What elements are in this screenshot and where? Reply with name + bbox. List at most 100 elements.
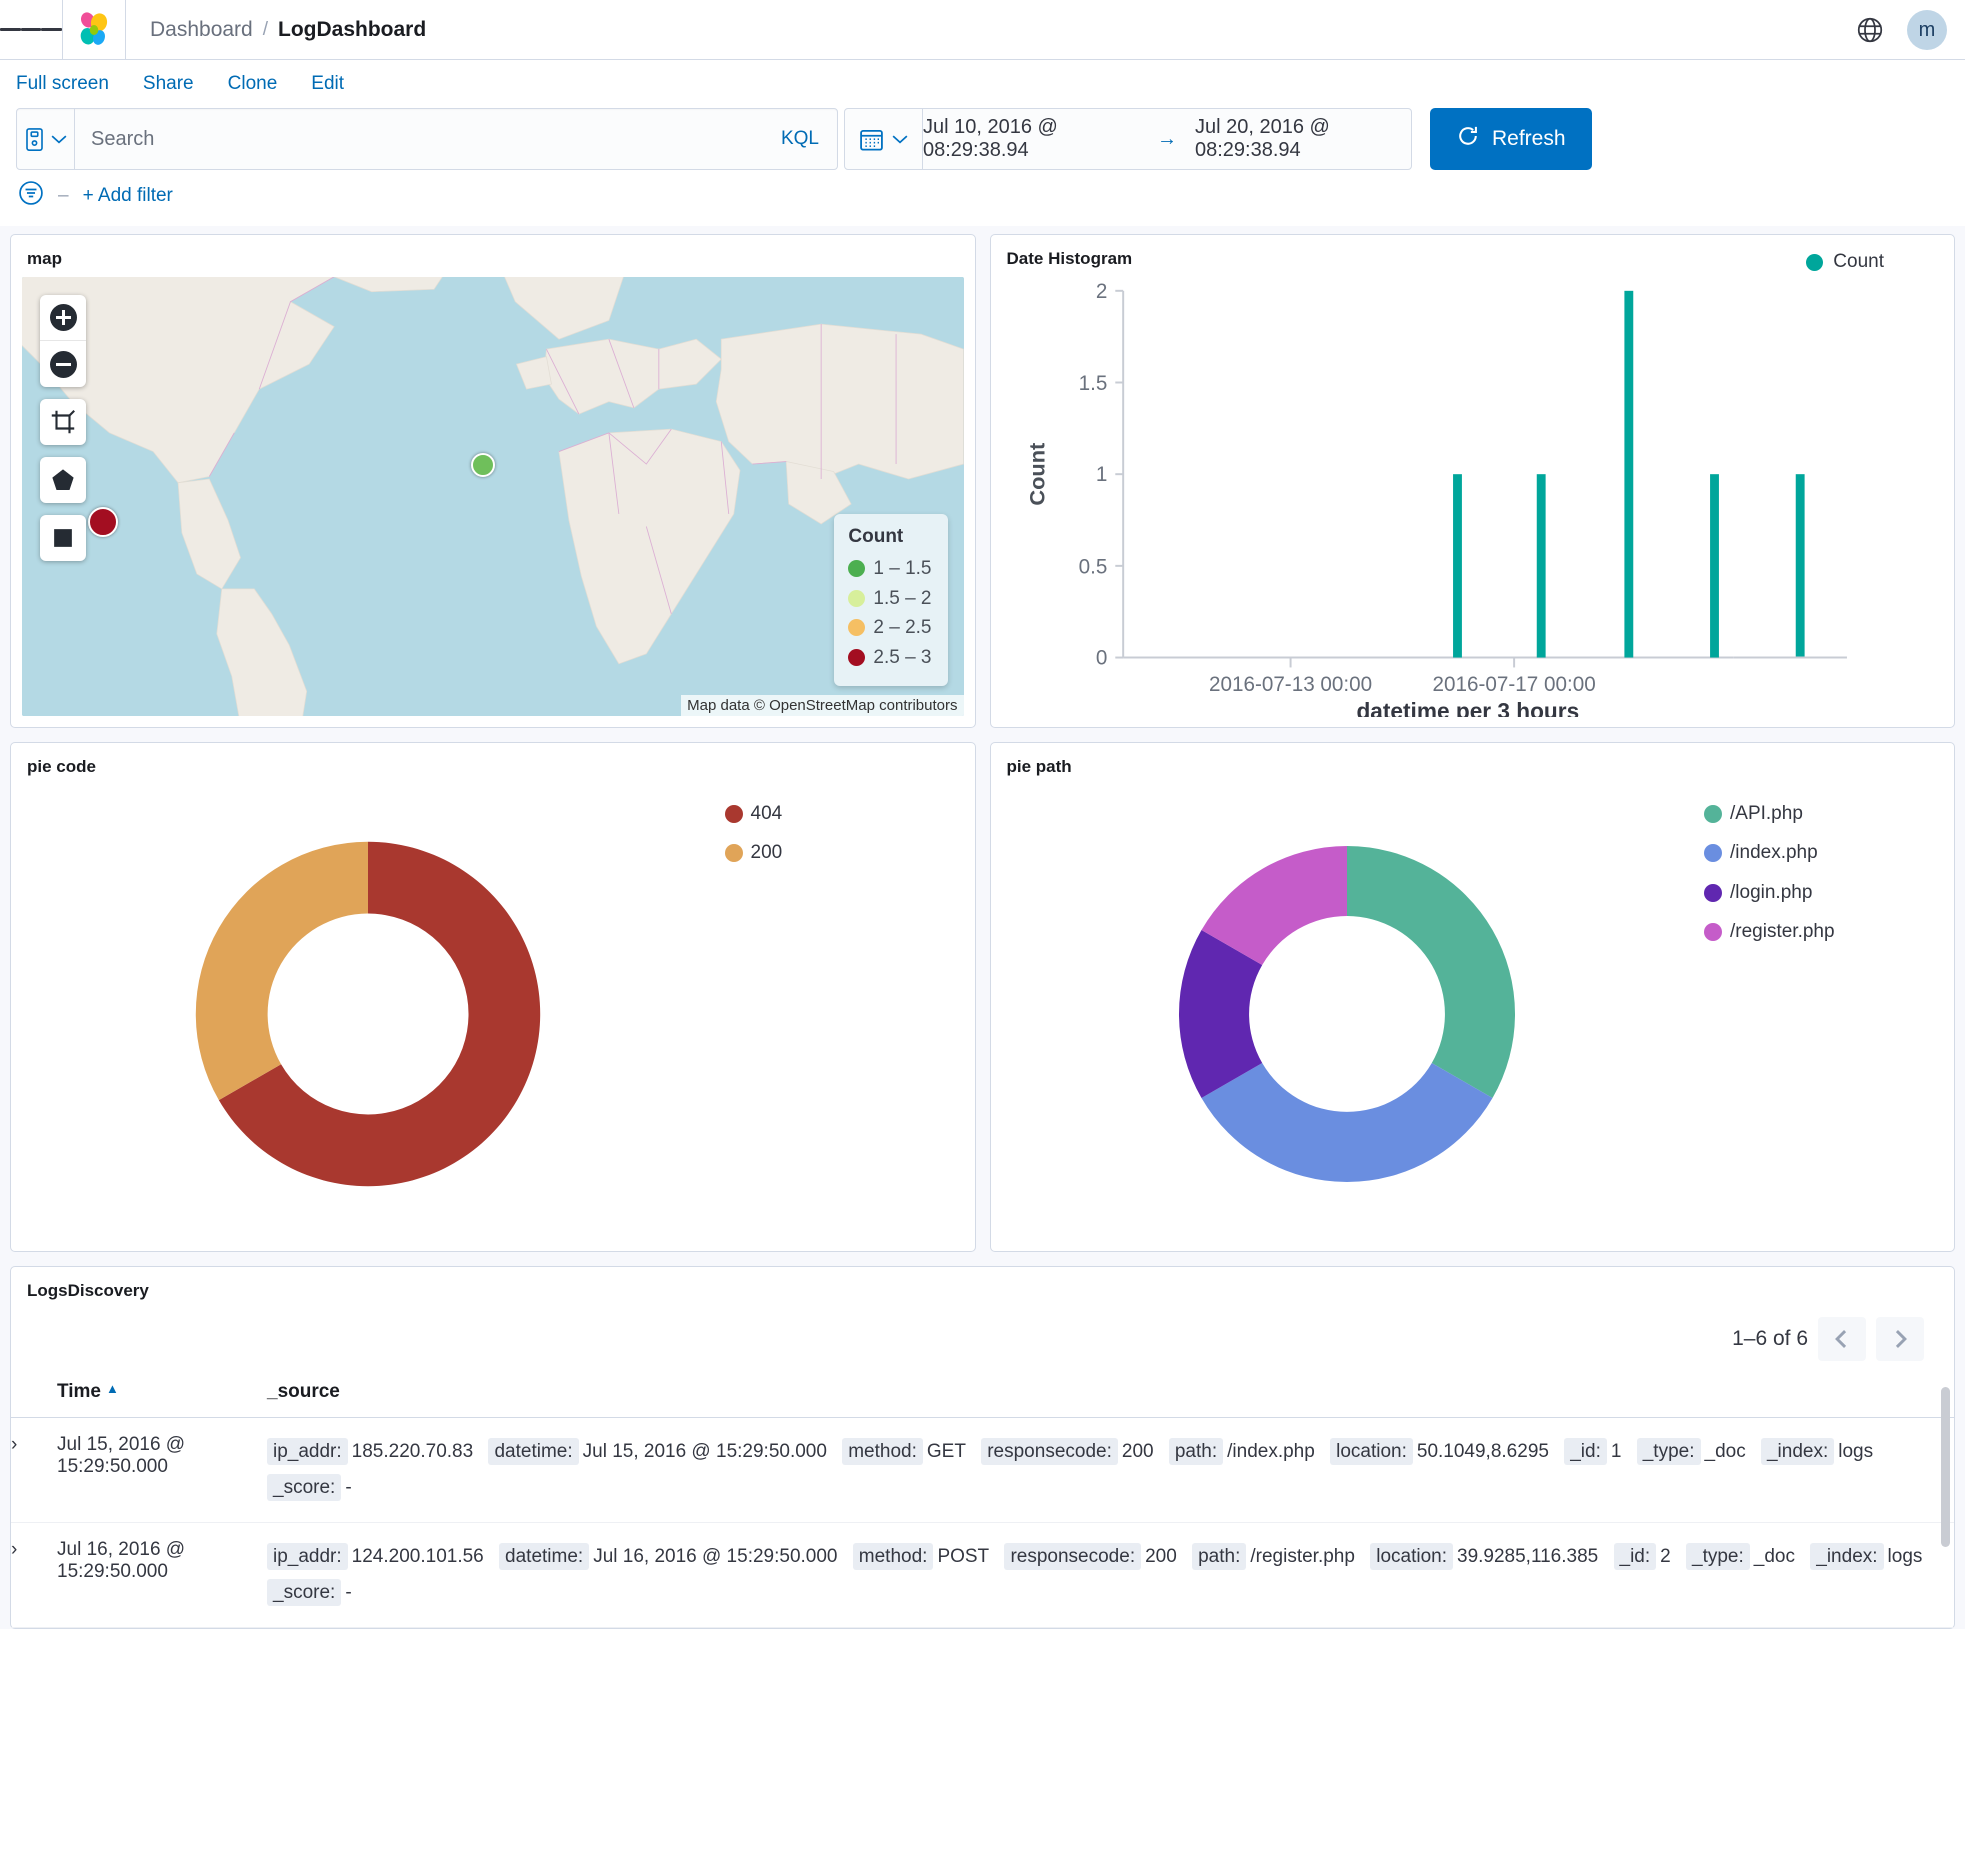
date-range-picker: Jul 10, 2016 @ 08:29:38.94 → Jul 20, 201…: [844, 108, 1412, 170]
column-header-source[interactable]: _source: [267, 1367, 1954, 1418]
sort-ascending-icon[interactable]: ▲: [106, 1381, 119, 1396]
field-key: responsecode:: [981, 1438, 1118, 1465]
map-controls: [40, 295, 86, 561]
globe-help-icon[interactable]: [1855, 15, 1885, 45]
map-legend-title: Count: [848, 526, 904, 548]
row-source: ip_addr: 185.220.70.83 datetime: Jul 15, 2…: [267, 1417, 1954, 1524]
discovery-scrollbar[interactable]: [1941, 1387, 1950, 1547]
histogram-legend-label: Count: [1833, 251, 1884, 272]
pie-code-chart[interactable]: [11, 809, 725, 1219]
map-canvas[interactable]: Count 1 – 1.5 1.5 – 2 2 – 2.5 2.5 – 3 Ma…: [22, 277, 964, 716]
pie-slice-200[interactable]: [195, 841, 368, 1101]
filter-bar: – + Add filter: [0, 170, 1965, 226]
map-panel: map Count 1 – 1.5 1.5 – 2 2 – 2.5 2.5 – …: [10, 234, 976, 728]
hamburger-menu-icon[interactable]: [0, 0, 63, 60]
legend-item[interactable]: /register.php: [1704, 917, 1954, 946]
legend-item[interactable]: /login.php: [1704, 878, 1954, 907]
map-attribution[interactable]: Map data © OpenStreetMap contributors: [681, 695, 964, 716]
column-header-time[interactable]: Time ▲: [57, 1367, 267, 1418]
dashboard-row-2: pie code 404 200 pie path /API.php /inde…: [10, 742, 1955, 1252]
map-zoom-controls: [40, 295, 86, 387]
filter-icon[interactable]: [18, 180, 44, 212]
pie-slice-index[interactable]: [1201, 1063, 1493, 1183]
table-row[interactable]: › Jul 15, 2016 @ 15:29:50.000 ip_addr: 18…: [11, 1417, 1954, 1524]
share-button[interactable]: Share: [143, 73, 194, 95]
refresh-button[interactable]: Refresh: [1430, 108, 1592, 170]
refresh-icon: [1456, 124, 1480, 154]
legend-item[interactable]: /API.php: [1704, 799, 1954, 828]
marker-north-america[interactable]: [88, 507, 118, 537]
legend-color-swatch: [724, 804, 743, 823]
legend-item: 1 – 1.5: [848, 554, 932, 583]
table-row[interactable]: › Jul 16, 2016 @ 15:29:50.000 ip_addr: 12…: [11, 1522, 1954, 1629]
pie-slice-api[interactable]: [1347, 846, 1516, 1098]
field-key: _score:: [267, 1474, 342, 1502]
field-value: 50.1049,8.6295: [1416, 1441, 1549, 1462]
field-key: datetime:: [488, 1438, 579, 1465]
chevron-right-icon[interactable]: [1876, 1317, 1924, 1361]
histogram-plot-area[interactable]: 0 0.5 1 1.5 2 Count 2016-07-13 00:00 201…: [1005, 271, 1941, 724]
field-value: Jul 15, 2016 @ 15:29:50.000: [582, 1441, 827, 1462]
date-arrow-icon: →: [1157, 127, 1177, 150]
add-filter-button[interactable]: + Add filter: [83, 185, 173, 207]
legend-item[interactable]: 404: [724, 799, 975, 828]
date-histogram-panel: Date Histogram Count 0 0.5 1 1.5 2 Count…: [989, 234, 1955, 728]
field-value: 39.9285,116.385: [1457, 1546, 1599, 1568]
marker-europe[interactable]: [471, 453, 495, 477]
map-basemap: [22, 277, 964, 716]
breadcrumb-dashboard[interactable]: Dashboard: [150, 18, 253, 42]
chevron-left-icon[interactable]: [1818, 1317, 1866, 1361]
legend-item[interactable]: 200: [724, 838, 975, 867]
histogram-bars: [1452, 290, 1805, 658]
legend-item-label: 2.5 – 3: [873, 646, 932, 668]
field-key: responsecode:: [1004, 1543, 1142, 1571]
clone-button[interactable]: Clone: [228, 73, 278, 95]
row-time: Jul 15, 2016 @ 15:29:50.000: [57, 1417, 267, 1524]
field-value: POST: [937, 1546, 990, 1568]
field-value: _doc: [1704, 1441, 1746, 1462]
zoom-in-icon[interactable]: [40, 295, 86, 341]
date-range-display[interactable]: Jul 10, 2016 @ 08:29:38.94 → Jul 20, 201…: [923, 116, 1411, 162]
zoom-out-icon[interactable]: [40, 341, 86, 387]
field-key: location:: [1330, 1438, 1413, 1465]
pie-code-body: 404 200: [11, 777, 975, 1251]
dashboard-row-3: LogsDiscovery 1–6 of 6 Time ▲ _source › …: [10, 1266, 1955, 1630]
edit-button[interactable]: Edit: [311, 73, 344, 95]
field-key: method:: [842, 1438, 923, 1465]
search-input[interactable]: [75, 109, 763, 169]
full-screen-button[interactable]: Full screen: [16, 73, 109, 95]
legend-item[interactable]: /index.php: [1704, 838, 1954, 867]
expand-row-icon[interactable]: ›: [11, 1522, 57, 1629]
date-start[interactable]: Jul 10, 2016 @ 08:29:38.94: [923, 116, 1139, 162]
breadcrumb-separator: /: [262, 18, 269, 40]
svg-text:1: 1: [1095, 463, 1107, 486]
pie-path-chart[interactable]: [991, 814, 1705, 1214]
legend-color-swatch: [1704, 883, 1722, 902]
donut-chart-path: [1179, 846, 1516, 1183]
legend-item-label: 1.5 – 2: [873, 587, 932, 609]
svg-text:2016-07-17 00:00: 2016-07-17 00:00: [1432, 673, 1595, 696]
query-bar: KQL Jul 10, 2016 @ 08:29:38.94 → Jul 20,…: [0, 108, 1965, 170]
pagination-range: 1–6 of 6: [1732, 1327, 1808, 1350]
date-end[interactable]: Jul 20, 2016 @ 08:29:38.94: [1195, 116, 1411, 162]
pie-path-body: /API.php /index.php /login.php /register…: [991, 777, 1955, 1251]
dashboard-row-1: map Count 1 – 1.5 1.5 – 2 2 – 2.5 2.5 – …: [10, 234, 1955, 728]
field-key: datetime:: [499, 1543, 590, 1571]
histogram-legend: Count: [1806, 251, 1884, 273]
field-value: 185.220.70.83: [351, 1441, 474, 1462]
avatar[interactable]: m: [1907, 10, 1947, 50]
draw-rectangle-icon[interactable]: [40, 515, 86, 561]
logs-discovery-panel: LogsDiscovery 1–6 of 6 Time ▲ _source › …: [10, 1266, 1955, 1630]
legend-color-swatch: [848, 648, 866, 666]
calendar-icon[interactable]: [845, 109, 923, 169]
fit-to-bounds-icon[interactable]: [40, 399, 86, 445]
query-language-button[interactable]: KQL: [763, 128, 837, 150]
svg-text:datetime per 3 hours: datetime per 3 hours: [1356, 698, 1579, 717]
field-key: _type:: [1686, 1543, 1750, 1571]
pie-code-panel: pie code 404 200: [10, 742, 976, 1252]
draw-polygon-icon[interactable]: [40, 457, 86, 503]
field-key: _id:: [1613, 1543, 1657, 1571]
saved-query-icon[interactable]: [17, 109, 75, 169]
field-key: ip_addr:: [267, 1438, 348, 1465]
expand-row-icon[interactable]: ›: [11, 1417, 57, 1524]
